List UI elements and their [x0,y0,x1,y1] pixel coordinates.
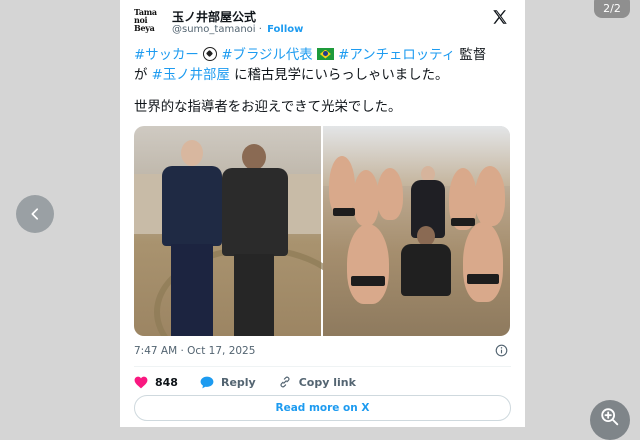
photo-person-legs [171,244,213,336]
embedded-post-card: Tama noi Beya 玉ノ井部屋公式 @sumo_tamanoi · Fo… [120,0,525,427]
text-fragment: が [134,68,152,83]
reply-bubble-icon [200,376,214,388]
photo-person-head [417,226,435,246]
photo-coach-with-stablemaster[interactable] [134,126,356,336]
logo-text-line: Beya [134,23,155,33]
hashtag-ancelotti[interactable]: #アンチェロッティ [338,48,455,63]
brazil-flag-icon [316,48,334,60]
link-icon [280,376,290,388]
photo-wrestler [475,166,505,226]
photo-wrestler [463,222,503,302]
post-actions: 848 Reply Copy link [134,373,378,391]
photo-wrestler [347,224,389,304]
soccer-ball-icon [203,47,218,61]
photo-group-with-wrestlers[interactable] [323,126,510,336]
divider [134,366,511,367]
photo-person-legs [234,254,274,336]
post-header: Tama noi Beya 玉ノ井部屋公式 @sumo_tamanoi · Fo… [134,6,511,38]
previous-image-button[interactable] [16,195,54,233]
copy-link-label: Copy link [298,375,356,389]
reply-label: Reply [220,375,256,389]
photo-person-body [162,166,222,246]
read-more-button[interactable]: Read more on X [134,395,511,421]
account-name[interactable]: 玉ノ井部屋公式 [172,8,256,25]
follow-button[interactable]: Follow [267,24,303,35]
like-count: 848 [155,375,178,389]
photo-grid [134,126,510,336]
chevron-left-icon [31,208,39,220]
separator-dot: · [258,24,262,35]
post-text-line-3: 世界的な指導者をお迎えできて光栄でした。 [134,100,402,115]
post-text-line-1: #サッカー #ブラジル代表 #アンチェロッティ 監督 [134,46,513,66]
zoom-button[interactable] [590,400,630,440]
account-handle[interactable]: @sumo_tamanoi [172,24,256,35]
photo-wrestler [353,170,379,226]
photo-person [222,144,288,336]
post-text: #サッカー #ブラジル代表 #アンチェロッティ 監督 が #玉ノ井部屋 に稽古見… [134,46,513,118]
photo-person [401,226,451,306]
image-counter: 2/2 [594,0,630,18]
photo-person-head [242,144,266,170]
photo-wrestler [329,156,355,216]
photo-person-body [222,168,288,256]
text-fragment: に稽古見学にいらっしゃいました。 [229,68,449,83]
x-logo-icon[interactable] [491,8,509,26]
post-text-line-2: が #玉ノ井部屋 に稽古見学にいらっしゃいました。 [134,66,513,86]
copy-link-button[interactable]: Copy link [278,375,356,389]
reply-button[interactable]: Reply [200,376,256,389]
photo-person [159,140,222,336]
heart-icon [134,376,148,388]
photo-person-head [181,140,203,166]
photo-person-body [401,244,451,296]
photo-wrestler [377,168,403,220]
photo-mawashi [467,274,499,284]
info-icon[interactable] [495,344,508,357]
post-timestamp[interactable]: 7:47 AM · Oct 17, 2025 [134,345,255,357]
zoom-in-icon [601,408,619,426]
text-fragment: 監督 [455,48,487,63]
account-avatar-logo[interactable]: Tama noi Beya [134,8,166,36]
photo-mawashi [451,218,475,226]
photo-mawashi [351,276,385,286]
photo-mawashi [333,208,355,216]
account-handle-row: @sumo_tamanoi · Follow [172,24,303,35]
like-button[interactable]: 848 [134,376,178,389]
hashtag-soccer[interactable]: #サッカー [134,48,199,63]
hashtag-tamanoi-beya[interactable]: #玉ノ井部屋 [152,68,230,83]
hashtag-brazil[interactable]: #ブラジル代表 [221,48,312,63]
